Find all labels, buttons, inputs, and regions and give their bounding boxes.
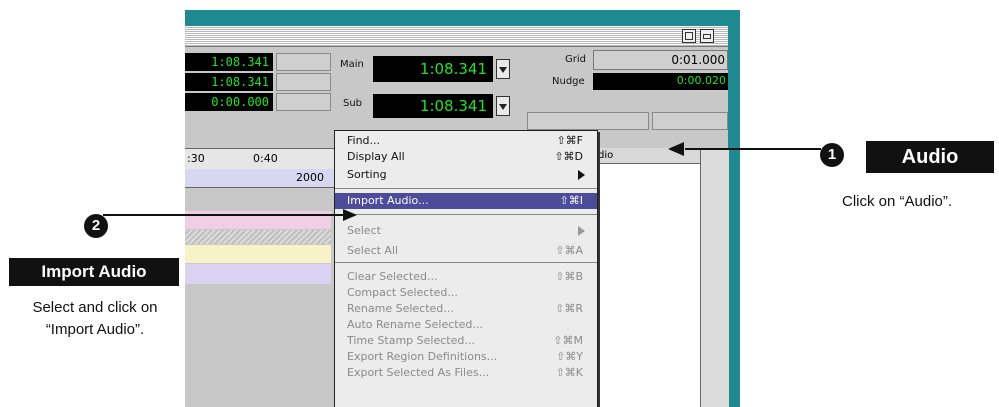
menu-shortcut-clear-selected: ⇧⌘B (555, 270, 583, 283)
audio-popup-menu: Find... ⇧⌘F Display All ⇧⌘D Sorting Import… (334, 130, 598, 407)
track-yellow (185, 245, 331, 263)
step-1-badge: 1 (820, 143, 844, 167)
ruler-mark-30: :30 (187, 152, 205, 165)
edit-field-1 (527, 112, 649, 130)
menu-shortcut-time-stamp-selected: ⇧⌘M (553, 334, 583, 347)
track-lavender (185, 264, 331, 284)
menu-label-select: Select (347, 224, 381, 237)
menu-label-rename-selected: Rename Selected... (347, 302, 454, 315)
menu-item-select[interactable]: Select (335, 223, 597, 239)
nudge-label: Nudge (552, 76, 585, 87)
counter-length: 0:00.000 (185, 93, 273, 111)
menu-item-clear-selected[interactable]: Clear Selected... ⇧⌘B (335, 269, 597, 285)
menu-item-time-stamp-selected[interactable]: Time Stamp Selected... ⇧⌘M (335, 333, 597, 349)
menu-item-auto-rename-selected[interactable]: Auto Rename Selected... (335, 317, 597, 333)
window-title-bar[interactable] (185, 26, 728, 47)
menu-shortcut-display-all: ⇧⌘D (554, 150, 583, 163)
track-pink (185, 211, 331, 229)
menu-item-export-region-definitions[interactable]: Export Region Definitions... ⇧⌘Y (335, 349, 597, 365)
menu-item-sorting[interactable]: Sorting (335, 167, 597, 183)
menu-label-export-selected-as-files: Export Selected As Files... (347, 366, 490, 379)
ruler-value: 2000 (296, 171, 324, 184)
menu-item-export-selected-as-files[interactable]: Export Selected As Files... ⇧⌘K (335, 365, 597, 381)
sub-clock-dropdown-icon[interactable] (496, 96, 510, 116)
menu-label-clear-selected: Clear Selected... (347, 270, 438, 283)
menu-shortcut-find: ⇧⌘F (556, 134, 583, 147)
menu-label-import-audio: Import Audio... (347, 194, 429, 207)
counter-end: 1:08.341 (185, 73, 273, 91)
counter-field-2 (276, 73, 331, 91)
menu-item-find[interactable]: Find... ⇧⌘F (335, 133, 597, 149)
ruler-mark-40: 0:40 (253, 152, 278, 165)
step-1-note: Click on “Audio”. (842, 193, 953, 210)
track-divider (185, 230, 331, 244)
menu-separator (335, 188, 597, 189)
region-list-scrollbar[interactable] (700, 148, 729, 407)
menu-separator (335, 262, 597, 263)
step-2-note-line-1: Select and click on (32, 299, 158, 316)
zoom-box-icon[interactable] (682, 29, 696, 43)
nudge-value[interactable]: 0:00.020 (593, 73, 728, 90)
counter-field-3 (276, 93, 331, 111)
collapse-box-icon[interactable] (700, 29, 714, 43)
menu-item-select-all[interactable]: Select All ⇧⌘A (335, 243, 597, 259)
menu-shortcut-export-region-definitions: ⇧⌘Y (556, 350, 583, 363)
screenshot-frame: 1:08.341 1:08.341 0:00.000 Main 1:08.341… (185, 10, 740, 407)
menu-label-compact-selected: Compact Selected... (347, 286, 458, 299)
main-clock-dropdown-icon[interactable] (496, 59, 510, 79)
menu-label-select-all: Select All (347, 244, 399, 257)
grid-label: Grid (565, 54, 586, 65)
menu-item-import-audio[interactable]: Import Audio... ⇧⌘I (335, 193, 597, 209)
menu-label-find: Find... (347, 134, 381, 147)
menu-item-rename-selected[interactable]: Rename Selected... ⇧⌘R (335, 301, 597, 317)
timeline-ruler[interactable]: :30 0:40 (185, 148, 345, 170)
menu-label-time-stamp-selected: Time Stamp Selected... (347, 334, 475, 347)
tempo-ruler: 2000 (185, 169, 345, 188)
region-list: dio (593, 148, 729, 407)
step-2-badge: 2 (84, 214, 108, 238)
menu-label-sorting: Sorting (347, 168, 387, 181)
main-clock-label: Main (340, 59, 364, 70)
submenu-arrow-icon (578, 226, 585, 236)
step-1-title: Audio (866, 141, 994, 173)
audio-list-header[interactable]: dio (594, 148, 700, 164)
grid-value[interactable]: 0:01.000 (593, 50, 728, 70)
menu-shortcut-select-all: ⇧⌘A (555, 244, 583, 257)
menu-item-compact-selected[interactable]: Compact Selected... (335, 285, 597, 301)
sub-clock-label: Sub (343, 98, 363, 109)
menu-shortcut-import-audio: ⇧⌘I (559, 194, 583, 207)
menu-separator (335, 214, 597, 215)
menu-item-display-all[interactable]: Display All ⇧⌘D (335, 149, 597, 165)
menu-label-auto-rename-selected: Auto Rename Selected... (347, 318, 483, 331)
menu-label-display-all: Display All (347, 150, 405, 163)
main-clock: 1:08.341 (373, 56, 493, 82)
sub-clock: 1:08.341 (373, 94, 493, 118)
step-2-note-line-2: “Import Audio”. (45, 321, 145, 338)
edit-field-2 (652, 112, 728, 130)
menu-shortcut-export-selected-as-files: ⇧⌘K (555, 366, 583, 379)
counter-field-1 (276, 53, 331, 71)
menu-label-export-region-definitions: Export Region Definitions... (347, 350, 498, 363)
menu-shortcut-rename-selected: ⇧⌘R (555, 302, 583, 315)
submenu-arrow-icon (578, 170, 585, 180)
step-2-title: Import Audio (9, 258, 179, 286)
counter-start: 1:08.341 (185, 53, 273, 71)
